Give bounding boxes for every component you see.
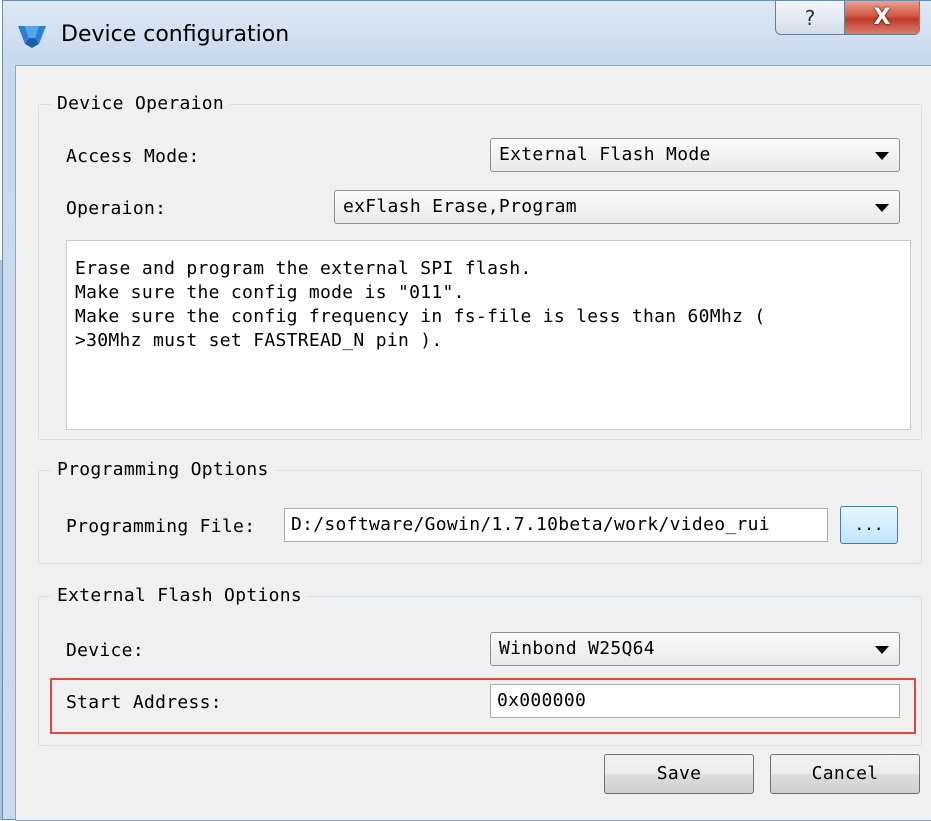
external-flash-options-group: External Flash Options (38, 583, 922, 746)
access-mode-label: Access Mode: (66, 146, 200, 167)
operation-value: exFlash Erase,Program (343, 196, 577, 217)
operation-dropdown[interactable]: exFlash Erase,Program (334, 190, 900, 224)
device-value: Winbond W25Q64 (499, 638, 655, 659)
window-title: Device configuration (61, 22, 290, 47)
close-button[interactable]: X (844, 1, 920, 35)
programming-options-group-title: Programming Options (51, 457, 275, 483)
programming-file-label: Programming File: (66, 516, 256, 537)
start-address-input[interactable]: 0x000000 (490, 684, 900, 718)
save-button[interactable]: Save (604, 754, 754, 794)
chevron-down-icon (875, 152, 889, 160)
programming-file-input[interactable]: D:/software/Gowin/1.7.10beta/work/video_… (284, 508, 828, 542)
device-label: Device: (66, 640, 144, 661)
chevron-down-icon (875, 646, 889, 654)
gowin-logo-icon (18, 26, 46, 48)
chevron-down-icon (875, 204, 889, 212)
close-icon: X (873, 5, 891, 30)
dialog-client-area: Device Operaion Access Mode: External Fl… (15, 65, 931, 821)
operation-description: Erase and program the external SPI flash… (66, 240, 911, 430)
access-mode-dropdown[interactable]: External Flash Mode (490, 138, 900, 172)
device-dropdown[interactable]: Winbond W25Q64 (490, 632, 900, 666)
device-configuration-dialog: Device configuration ? X Device Operaion… (2, 0, 931, 821)
browse-button[interactable]: ... (840, 506, 898, 544)
access-mode-value: External Flash Mode (499, 144, 711, 165)
operation-label: Operaion: (66, 198, 167, 219)
cancel-button[interactable]: Cancel (770, 754, 920, 794)
title-bar[interactable]: Device configuration ? X (3, 1, 931, 65)
start-address-label: Start Address: (66, 692, 222, 713)
help-icon: ? (804, 5, 816, 30)
device-operation-group-title: Device Operaion (51, 91, 231, 117)
help-button[interactable]: ? (775, 1, 845, 35)
external-flash-options-group-title: External Flash Options (51, 583, 309, 609)
